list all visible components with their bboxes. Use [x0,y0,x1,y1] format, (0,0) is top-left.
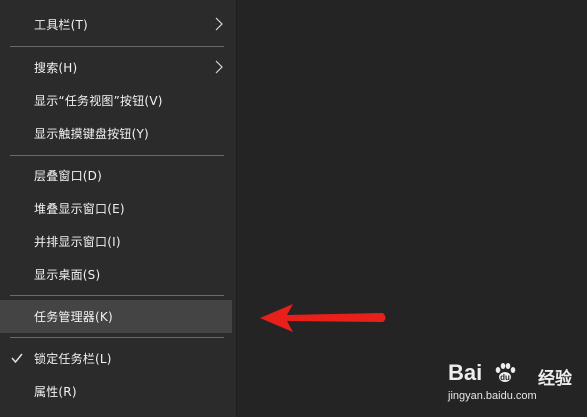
chevron-right-icon [215,17,223,31]
chevron-right-icon [215,60,223,74]
menu-separator [10,46,224,47]
menu-separator [10,155,224,156]
menu-item-label: 显示桌面(S) [34,268,101,282]
svg-text:du: du [500,373,510,382]
baidu-jingyan-watermark: Bai du 经验 jingyan.baidu.com [448,356,580,412]
menu-item-properties[interactable]: 属性(R) [0,375,232,408]
menu-item-label: 搜索(H) [34,61,78,75]
menu-item-label: 任务管理器(K) [34,310,113,324]
menu-item-label: 并排显示窗口(I) [34,235,121,249]
watermark-brand-right: 经验 [538,369,572,389]
menu-item-show-touch-keyboard-button[interactable]: 显示触摸键盘按钮(Y) [0,117,232,150]
menu-item-stack-windows[interactable]: 堆叠显示窗口(E) [0,192,232,225]
menu-item-toolbars[interactable]: 工具栏(T) [0,8,232,41]
menu-item-label: 层叠窗口(D) [34,169,103,183]
watermark-url: jingyan.baidu.com [448,390,537,402]
menu-item-cascade-windows[interactable]: 层叠窗口(D) [0,159,232,192]
watermark-brand-left: Bai [448,360,483,385]
menu-item-label: 显示“任务视图”按钮(V) [34,94,163,108]
red-arrow-annotation [260,304,386,332]
menu-item-side-by-side-windows[interactable]: 并排显示窗口(I) [0,225,232,258]
menu-item-label: 显示触摸键盘按钮(Y) [34,127,149,141]
menu-item-show-desktop[interactable]: 显示桌面(S) [0,258,232,291]
menu-item-task-manager[interactable]: 任务管理器(K) [0,300,232,333]
menu-item-label: 锁定任务栏(L) [34,352,112,366]
menu-item-search[interactable]: 搜索(H) [0,51,232,84]
menu-item-lock-taskbar[interactable]: 锁定任务栏(L) [0,342,232,375]
taskbar-context-menu: 工具栏(T) 搜索(H) 显示“任务视图”按钮(V) 显示触摸键盘按钮(Y) 层… [0,0,237,417]
menu-item-label: 工具栏(T) [34,18,88,32]
menu-item-show-task-view-button[interactable]: 显示“任务视图”按钮(V) [0,84,232,117]
checkmark-icon [11,353,23,364]
menu-item-label: 堆叠显示窗口(E) [34,202,125,216]
menu-separator [10,295,224,296]
menu-item-label: 属性(R) [34,385,77,399]
baidu-paw-icon: du [495,363,516,382]
menu-separator [10,337,224,338]
